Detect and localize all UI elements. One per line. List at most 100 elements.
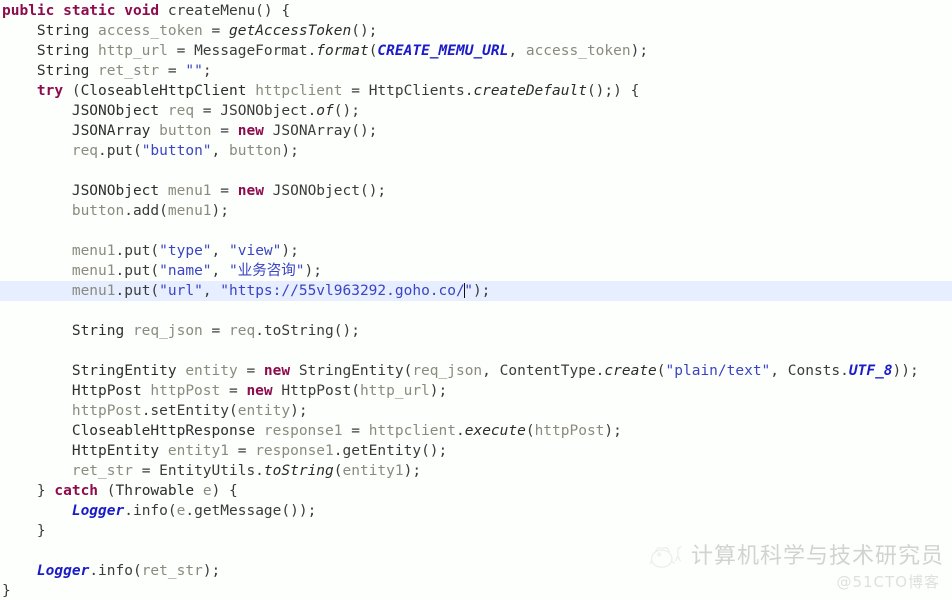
token-operator: =: [167, 63, 186, 79]
code-line-1[interactable]: public static void createMenu() {: [0, 1, 952, 21]
token-constant-utf8: UTF_8: [848, 363, 893, 379]
token-operator: =: [351, 83, 369, 99]
token-punctuation: ();) {: [586, 83, 640, 99]
code-line-18[interactable]: [0, 341, 952, 361]
token-variable: ret_str: [98, 63, 168, 79]
token-punctuation: .info(: [89, 563, 142, 579]
token-type: String: [2, 323, 133, 339]
token-punctuation: );: [630, 43, 649, 59]
token-punctuation: ();: [351, 23, 378, 39]
code-line-16[interactable]: [0, 301, 952, 321]
code-line-24[interactable]: ret_str = EntityUtils.toString(entity1);: [0, 461, 952, 481]
code-line-27[interactable]: }: [0, 521, 952, 541]
token-string-url-key: "url": [159, 283, 203, 299]
token-operator: =: [246, 363, 264, 379]
token-punctuation: }: [2, 523, 46, 539]
code-line-21[interactable]: httpPost.setEntity(entity);: [0, 401, 952, 421]
token-type: Throwable: [115, 483, 203, 499]
code-line-28[interactable]: [0, 541, 952, 561]
code-line-26[interactable]: Logger.info(e.getMessage());: [0, 501, 952, 521]
token-variable: entity: [237, 403, 291, 419]
token-variable: httpclient: [368, 423, 456, 439]
token-type: CloseableHttpClient: [80, 83, 256, 99]
code-line-10[interactable]: JSONObject menu1 = new JSONObject();: [0, 181, 952, 201]
token-constant-logger: Logger: [71, 503, 125, 519]
token-punctuation: .: [456, 423, 465, 439]
token-punctuation: (: [656, 363, 666, 379]
code-line-13[interactable]: menu1.put("type", "view");: [0, 241, 952, 261]
token-punctuation: (: [525, 423, 535, 439]
token-operator: =: [351, 423, 369, 439]
token-variable: http_url: [359, 383, 430, 399]
token-variable: httpPost: [534, 423, 605, 439]
token-variable: req_json: [412, 363, 483, 379]
code-line-7[interactable]: JSONArray button = new JSONArray();: [0, 121, 952, 141]
token-punctuation: ));: [892, 363, 919, 379]
code-line-12[interactable]: [0, 221, 952, 241]
code-line-29[interactable]: Logger.info(ret_str);: [0, 561, 952, 581]
code-line-6[interactable]: JSONObject req = JSONObject.of();: [0, 101, 952, 121]
code-editor[interactable]: public static void createMenu() { String…: [0, 0, 952, 600]
code-line-4[interactable]: String ret_str = "";: [0, 61, 952, 81]
token-keyword-new: new: [263, 363, 299, 379]
code-line-23[interactable]: HttpEntity entity1 = response1.getEntity…: [0, 441, 952, 461]
token-punctuation: ,: [202, 283, 221, 299]
token-keyword-new: new: [237, 183, 273, 199]
token-class: HttpPost: [281, 383, 352, 399]
token-punctuation: (: [106, 483, 116, 499]
code-line-19[interactable]: StringEntity entity = new StringEntity (r…: [0, 361, 952, 381]
token-punctuation: ();: [359, 183, 387, 199]
token-type: StringEntity: [2, 363, 186, 379]
token-operator: =: [220, 123, 238, 139]
token-keyword-new: new: [237, 123, 273, 139]
token-variable: menu1: [167, 203, 212, 219]
code-line-2[interactable]: String access_token = getAccessToken();: [0, 21, 952, 41]
token-operator: =: [211, 323, 229, 339]
token-variable: entity1: [167, 443, 238, 459]
token-variable: access_token: [525, 43, 631, 59]
token-punctuation: ();: [333, 103, 360, 119]
code-line-30[interactable]: }: [0, 581, 952, 601]
code-line-22[interactable]: CloseableHttpResponse response1 = httpcl…: [0, 421, 952, 441]
token-punctuation: );: [304, 263, 322, 279]
code-line-17[interactable]: String req_json = req.toString();: [0, 321, 952, 341]
token-method-call: of: [316, 103, 334, 119]
code-line-25[interactable]: } catch (Throwable e) {: [0, 481, 952, 501]
token-variable: http_url: [98, 43, 177, 59]
token-punctuation: .put(: [98, 143, 142, 159]
code-line-15-highlighted[interactable]: menu1.put("url", "https://55vl963292.goh…: [0, 281, 952, 301]
token-type: HttpPost: [2, 383, 151, 399]
code-lines-container[interactable]: public static void createMenu() { String…: [0, 0, 952, 601]
token-punctuation: (: [333, 463, 343, 479]
token-variable: ret_str: [141, 563, 203, 579]
token-class: JSONObject: [272, 183, 360, 199]
token-punctuation: (: [351, 383, 360, 399]
token-punctuation: );: [290, 403, 308, 419]
token-punctuation: .setEntity(: [141, 403, 238, 419]
token-variable: httpPost: [2, 403, 142, 419]
token-keyword-new: new: [246, 383, 282, 399]
token-type: String: [2, 63, 99, 79]
code-line-9[interactable]: [0, 161, 952, 181]
code-line-5[interactable]: try (CloseableHttpClient httpclient = Ht…: [0, 81, 952, 101]
token-punctuation: .getMessage());: [185, 503, 317, 519]
token-punctuation: ,: [770, 363, 788, 379]
code-line-8[interactable]: req.put("button", button);: [0, 141, 952, 161]
token-punctuation: );: [281, 143, 299, 159]
code-line-3[interactable]: String http_url = MessageFormat.format(C…: [0, 41, 952, 61]
code-line-20[interactable]: HttpPost httpPost = new HttpPost(http_ur…: [0, 381, 952, 401]
token-class: HttpClients.: [368, 83, 474, 99]
token-punctuation: .add(: [124, 203, 168, 219]
token-variable: menu1: [2, 283, 116, 299]
token-type: CloseableHttpResponse: [2, 423, 264, 439]
token-string-type-value: "view": [229, 243, 282, 259]
token-punctuation: );: [472, 283, 491, 299]
token-punctuation: .put(: [115, 283, 160, 299]
code-line-11[interactable]: button.add(menu1);: [0, 201, 952, 221]
token-variable: menu1: [2, 243, 116, 259]
token-operator: =: [202, 103, 221, 119]
token-variable: button: [2, 203, 125, 219]
token-punctuation: .put(: [115, 243, 160, 259]
token-class: MessageFormat.: [194, 43, 317, 59]
code-line-14[interactable]: menu1.put("name", "业务咨询");: [0, 261, 952, 281]
